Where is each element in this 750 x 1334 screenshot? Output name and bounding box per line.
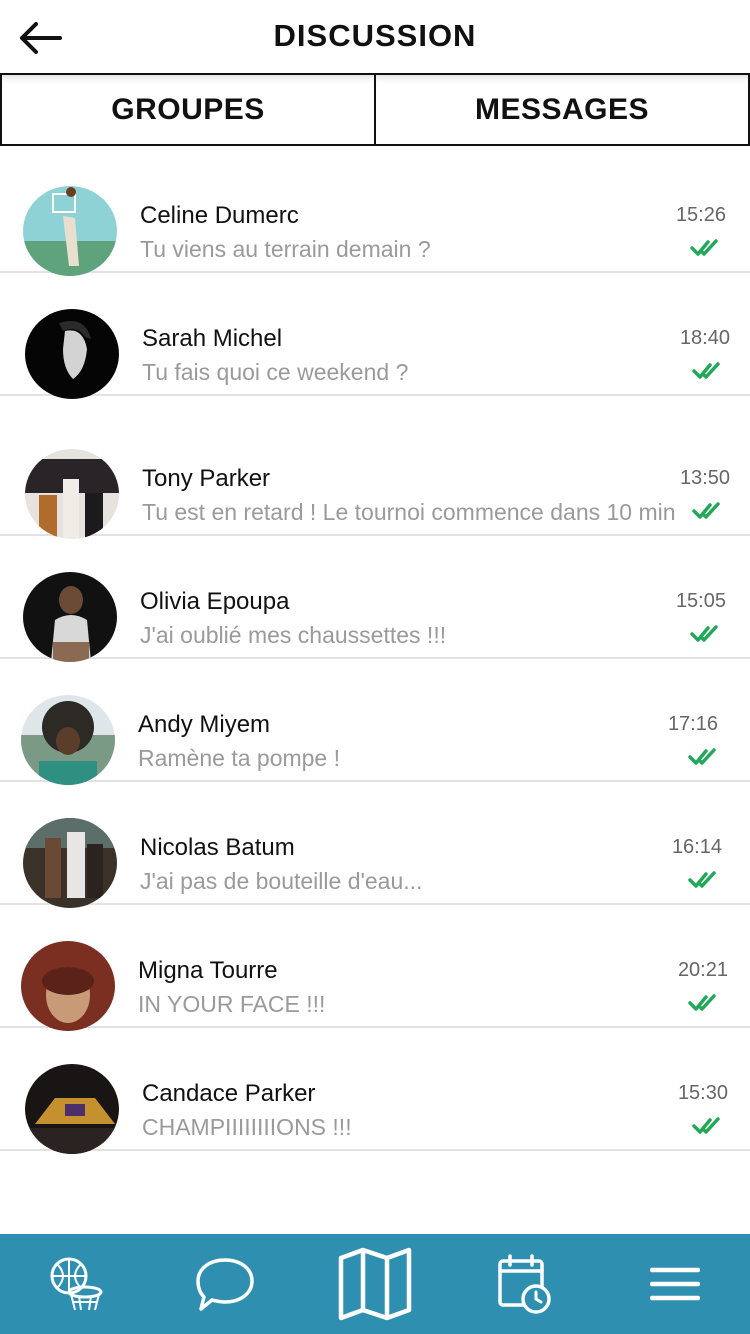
double-check-icon [688,748,716,765]
contact-name: Candace Parker [142,1080,316,1107]
message-time: 18:40 [679,327,730,349]
page-title: DISCUSSION [273,18,477,53]
contact-name: Tony Parker [142,465,271,492]
avatar [25,309,119,399]
bottom-navigation [0,1234,750,1334]
message-preview: CHAMPIIIIIIIIONS !!! [142,1114,352,1140]
message-preview: J'ai pas de bouteille d'eau... [140,868,423,894]
nav-basketball[interactable] [0,1234,150,1334]
avatar [23,572,117,662]
hamburger-menu-icon [650,1267,700,1301]
conversation-row[interactable]: Olivia Epoupa J'ai oublié mes chaussette… [0,536,750,662]
nav-chat[interactable] [150,1234,300,1334]
double-check-icon [692,362,720,379]
message-preview: Tu fais quoi ce weekend ? [142,359,409,385]
conversation-row[interactable]: Andy Miyem Ramène ta pompe ! 17:16 [0,659,750,785]
avatar [21,941,115,1031]
double-check-icon [688,994,716,1011]
double-check-icon [690,239,718,256]
conversation-row[interactable]: Migna Tourre IN YOUR FACE !!! 20:21 [0,905,750,1031]
message-preview: Tu est en retard ! Le tournoi commence d… [142,499,676,525]
contact-name: Migna Tourre [138,957,278,984]
chat-bubble-icon [196,1258,254,1311]
conversation-row[interactable]: Candace Parker CHAMPIIIIIIIIONS !!! 15:3… [0,1028,750,1154]
contact-name: Sarah Michel [142,325,283,352]
conversation-row[interactable]: Sarah Michel Tu fais quoi ce weekend ? 1… [0,273,750,399]
conversation-row[interactable]: Nicolas Batum J'ai pas de bouteille d'ea… [0,782,750,908]
avatar [21,695,115,785]
message-preview: IN YOUR FACE !!! [138,991,326,1017]
avatar [23,818,117,908]
nav-calendar[interactable] [450,1234,600,1334]
avatar [23,186,117,276]
message-preview: Tu viens au terrain demain ? [140,236,431,262]
double-check-icon [692,1117,720,1134]
message-preview: Ramène ta pompe ! [138,745,341,771]
tab-messages[interactable]: MESSAGES [374,75,748,144]
double-check-icon [688,871,716,888]
nav-menu[interactable] [600,1234,750,1334]
map-icon [338,1247,412,1321]
tab-groupes[interactable]: GROUPES [2,75,374,144]
contact-name: Andy Miyem [138,711,271,738]
message-preview: J'ai oublié mes chaussettes !!! [140,622,447,648]
avatar [25,449,119,539]
message-time: 17:16 [667,713,718,735]
double-check-icon [692,502,720,519]
nav-map[interactable] [300,1234,450,1334]
message-time: 15:30 [677,1082,728,1104]
message-time: 15:05 [675,590,726,612]
header: DISCUSSION [0,0,750,74]
contact-name: Olivia Epoupa [140,588,290,615]
contact-name: Nicolas Batum [140,834,295,861]
calendar-clock-icon [498,1254,551,1314]
message-time: 13:50 [679,467,730,489]
tab-bar: GROUPES MESSAGES [0,73,750,146]
conversation-row[interactable]: Tony Parker Tu est en retard ! Le tourno… [0,413,750,539]
message-time: 20:21 [677,959,728,981]
contact-name: Celine Dumerc [140,202,299,229]
avatar [25,1064,119,1154]
conversation-row[interactable]: Celine Dumerc Tu viens au terrain demain… [0,150,750,276]
double-check-icon [690,625,718,642]
message-time: 16:14 [671,836,722,858]
message-time: 15:26 [675,204,726,226]
basketball-hoop-icon [50,1257,103,1311]
